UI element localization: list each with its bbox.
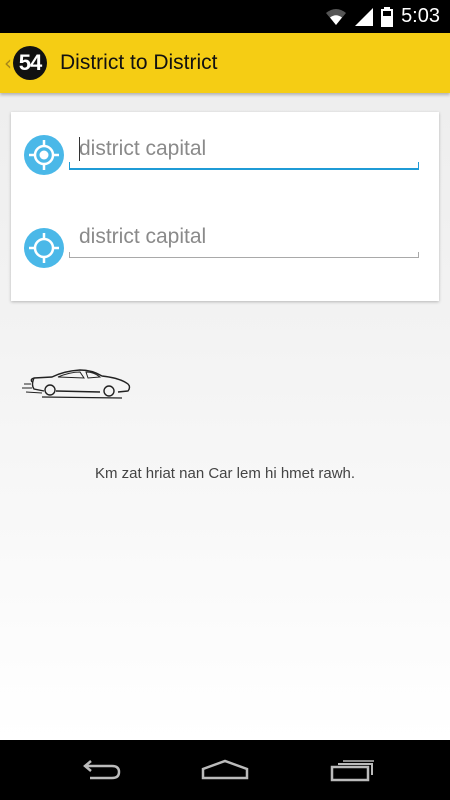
status-icons: 5:03 (325, 0, 440, 33)
destination-placeholder: district capital (79, 225, 207, 248)
app-logo-text: 54 (18, 50, 43, 75)
instruction-text: Km zat hriat nan Car lem hi hmet rawh. (94, 465, 356, 482)
recent-apps-button[interactable] (322, 750, 382, 790)
destination-row: district capital (11, 222, 439, 282)
battery-icon (381, 6, 394, 27)
app-logo: 54 (13, 46, 47, 80)
main-content: district capital district capital Km zat… (0, 93, 450, 740)
input-underline-right-tick (418, 252, 419, 257)
origin-input[interactable]: district capital (69, 134, 419, 170)
up-navigation-button[interactable]: ‹ 54 (4, 33, 47, 93)
action-bar: ‹ 54 District to District (0, 33, 450, 93)
system-nav-bar (0, 740, 450, 800)
home-icon (201, 759, 249, 780)
chevron-left-icon: ‹ (4, 51, 12, 75)
status-time: 5:03 (401, 5, 440, 27)
signal-icon (355, 7, 374, 26)
route-card: district capital district capital (11, 112, 439, 301)
input-underline-right-tick (418, 162, 419, 168)
status-bar: 5:03 (0, 0, 450, 33)
input-underline-left-tick (69, 252, 70, 257)
origin-placeholder: district capital (79, 137, 207, 160)
text-cursor (79, 137, 80, 161)
back-button[interactable] (70, 750, 130, 790)
wifi-icon (326, 8, 347, 25)
page-title: District to District (60, 51, 218, 74)
back-icon (83, 760, 121, 780)
origin-row: district capital (11, 134, 439, 194)
car-icon (22, 369, 131, 399)
input-underline-left-tick (69, 162, 70, 168)
recent-apps-icon (330, 760, 374, 782)
destination-input[interactable]: district capital (69, 222, 419, 258)
my-location-icon[interactable] (24, 135, 64, 175)
location-target-icon[interactable] (24, 228, 64, 268)
home-button[interactable] (195, 750, 255, 790)
